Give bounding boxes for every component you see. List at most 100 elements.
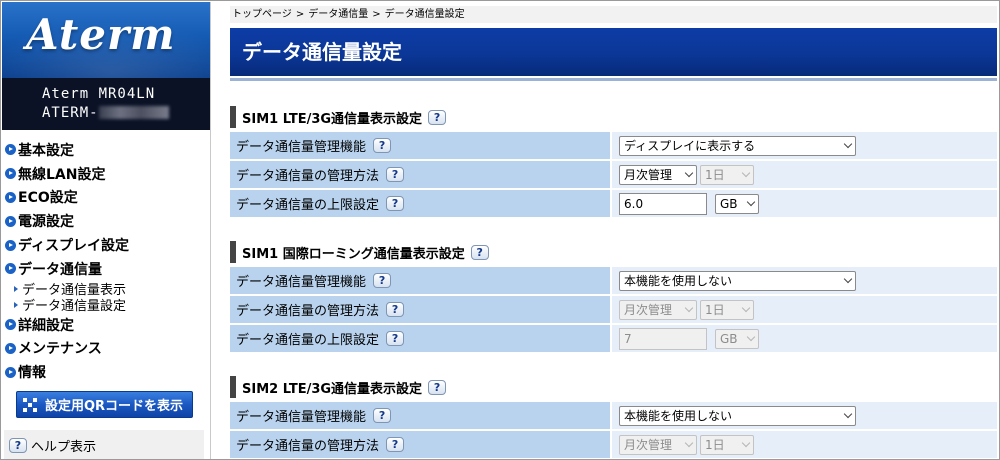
management-function-select[interactable]: ディスプレイに表示する [619,135,856,156]
breadcrumb-separator: > [295,9,305,20]
arrow-bullet-icon [5,366,16,378]
menu-item-label: 電源設定 [18,214,74,231]
menu-item-label: 詳細設定 [18,317,74,334]
help-icon[interactable]: ? [470,244,489,260]
setting-label: データ通信量の管理方法? [230,161,610,188]
chevron-down-icon [843,409,853,418]
setting-label-text: データ通信量の管理方法 [236,169,380,184]
small-arrow-icon [14,301,18,308]
section-header: SIM2 LTE/3G通信量表示設定 ? [230,372,997,402]
setting-label: データ通信量の管理方法? [230,431,610,458]
setting-label-text: データ通信量の上限設定 [236,198,380,213]
data-limit-input[interactable]: 6.0 [619,192,707,215]
help-icon[interactable]: ? [386,302,405,317]
selected-option: 1日 [705,167,725,182]
setting-value: 本機能を使用しない [612,402,997,429]
section-title: SIM1 国際ローミング通信量表示設定 [242,246,465,262]
management-period-select[interactable]: 月次管理 [619,164,697,185]
setting-label: データ通信量管理機能? [230,267,610,294]
breadcrumb-separator: > [372,9,381,20]
qr-button-label: 設定用QRコードを表示 [45,399,184,414]
selected-option: 1日 [705,302,725,317]
unit-select[interactable]: GB [715,193,759,214]
menu-item-label: データ通信量 [18,261,102,278]
setting-label: データ通信量管理機能? [230,402,610,429]
menu-item-label: 基本設定 [18,142,74,159]
management-period-select: 月次管理 [619,299,697,320]
arrow-bullet-icon [5,144,16,156]
menu-item-info[interactable]: 情報 [2,360,210,384]
menu-item-advanced[interactable]: 詳細設定 [2,313,210,337]
menu-item-basic-settings[interactable]: 基本設定 [2,138,210,162]
menu-item-label: 情報 [18,365,46,382]
setting-label: データ通信量の管理方法? [230,296,610,323]
selected-option: GB [720,196,738,211]
selected-option: 月次管理 [624,302,673,317]
arrow-bullet-icon [5,319,16,331]
section-title: SIM2 LTE/3G通信量表示設定 [242,381,423,397]
management-function-select[interactable]: 本機能を使用しない [619,270,856,291]
help-label: ヘルプ表示 [31,439,97,455]
help-icon[interactable]: ? [373,138,392,153]
help-icon[interactable]: ? [386,331,405,346]
setting-row: データ通信量の上限設定? 7 GB [230,325,997,354]
submenu-item-label: データ通信量設定 [22,299,127,315]
selected-option: 月次管理 [624,167,673,182]
management-function-select[interactable]: 本機能を使用しない [619,405,856,426]
selected-option: GB [720,331,738,346]
setting-row: データ通信量の管理方法? 月次管理 1日 [230,161,997,190]
section-marker [230,106,236,128]
setting-value: 月次管理 1日 [612,431,997,458]
help-icon[interactable]: ? [386,437,405,452]
menu-item-data-usage[interactable]: データ通信量 [2,257,210,281]
title-divider [230,78,997,81]
menu-item-power[interactable]: 電源設定 [2,209,210,233]
menu-item-eco[interactable]: ECO設定 [2,186,210,210]
chevron-down-icon [746,197,756,206]
breadcrumb-current: データ通信量設定 [384,9,465,20]
reset-day-select: 1日 [700,434,754,455]
arrow-bullet-icon [5,168,16,180]
menu-item-label: 無線LAN設定 [18,166,106,183]
unit-select: GB [715,328,759,349]
selected-option: 月次管理 [624,437,673,452]
help-icon: ? [9,437,27,453]
menu-item-wireless-lan[interactable]: 無線LAN設定 [2,162,210,186]
setting-value: ディスプレイに表示する [612,132,997,159]
breadcrumb-top-page[interactable]: トップページ [232,9,292,20]
help-icon[interactable]: ? [386,167,405,182]
setting-label-text: データ通信量の管理方法 [236,439,380,454]
sidebar: Aterm Aterm MR04LN ATERM- 基本設定 無線LAN設定 E… [2,2,211,459]
submenu-item-data-usage-settings[interactable]: データ通信量設定 [2,297,210,315]
help-icon[interactable]: ? [373,273,392,288]
help-display-link[interactable]: ? ヘルプ表示 [4,430,204,459]
section-marker [230,376,236,398]
model-name: Aterm MR04LN [42,86,156,102]
setting-label-text: データ通信量管理機能 [236,140,367,155]
setting-row: データ通信量の管理方法? 月次管理 1日 [230,296,997,325]
setting-row: データ通信量の上限設定? 6.0 GB [230,190,997,219]
qr-code-icon [23,397,37,412]
setting-value: 本機能を使用しない [612,267,997,294]
setting-label: データ通信量の上限設定? [230,325,610,352]
help-icon[interactable]: ? [428,379,447,395]
chevron-down-icon [746,332,756,341]
reset-day-select: 1日 [700,164,754,185]
menu-item-maintenance[interactable]: メンテナンス [2,337,210,361]
help-icon[interactable]: ? [428,109,447,125]
setting-row: データ通信量管理機能? 本機能を使用しない [230,267,997,296]
selected-option: 本機能を使用しない [624,273,733,288]
setting-row: データ通信量の管理方法? 月次管理 1日 [230,431,997,459]
chevron-down-icon [684,303,694,312]
help-icon[interactable]: ? [373,408,392,423]
arrow-bullet-icon [5,263,16,275]
menu-item-display[interactable]: ディスプレイ設定 [2,233,210,257]
chevron-down-icon [684,168,694,177]
help-icon[interactable]: ? [386,196,405,211]
show-qr-code-button[interactable]: 設定用QRコードを表示 [16,391,193,418]
chevron-down-icon [741,303,751,312]
section-header: SIM1 LTE/3G通信量表示設定 ? [230,102,997,132]
breadcrumb-data-usage[interactable]: データ通信量 [308,9,368,20]
section-title: SIM1 LTE/3G通信量表示設定 [242,111,423,127]
side-menu: 基本設定 無線LAN設定 ECO設定 電源設定 ディスプレイ設定 データ通信量 … [2,130,210,384]
